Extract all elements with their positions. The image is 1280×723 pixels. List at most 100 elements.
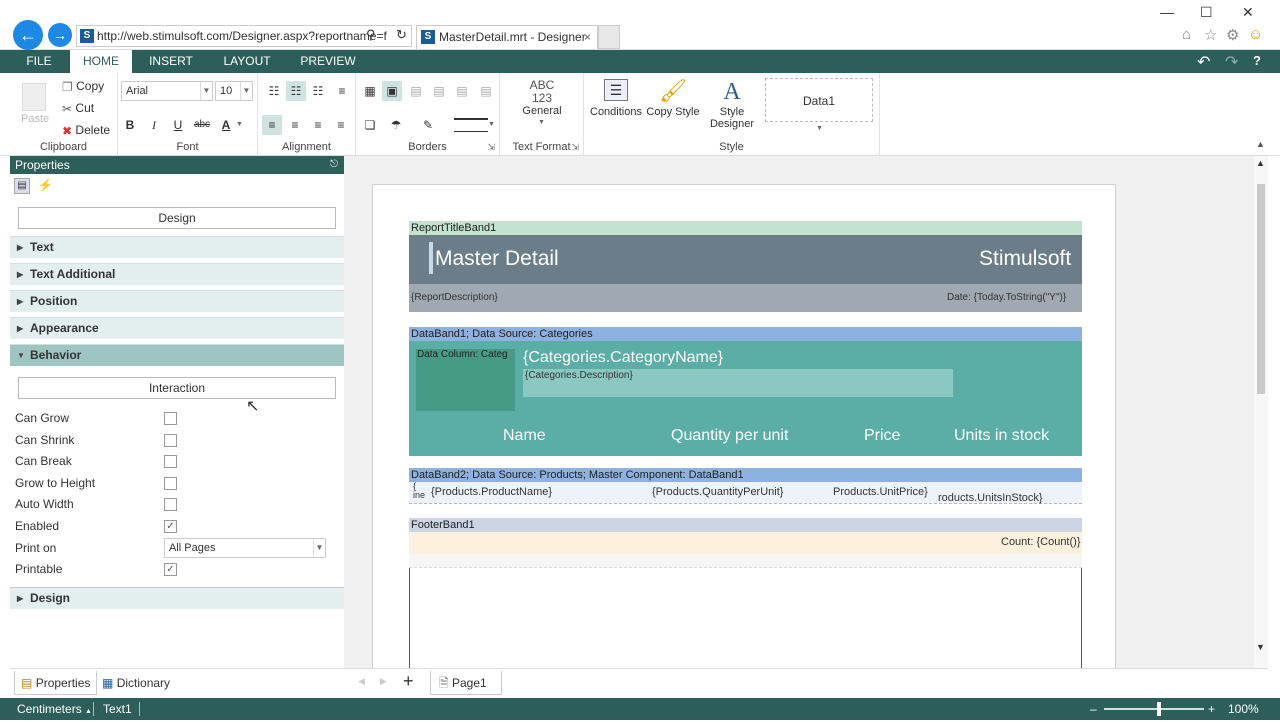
report-description-text[interactable]: {ReportDescription} <box>411 292 498 303</box>
paste-button[interactable]: Paste <box>21 113 49 125</box>
tab-page1[interactable]: 🗎 Page1 <box>430 671 502 695</box>
undo-icon[interactable]: ↶ <box>1197 52 1210 72</box>
back-button[interactable]: ← <box>13 20 43 50</box>
brand-text[interactable]: Stimulsoft <box>979 247 1071 271</box>
category-behavior[interactable]: ▼ Behavior <box>10 344 344 366</box>
font-size-select[interactable]: 10 ▼ <box>215 81 253 101</box>
category-design[interactable]: ▶ Design <box>10 587 344 609</box>
print-on-select[interactable]: All Pages ▼ <box>164 538 326 558</box>
data-column-text[interactable]: Data Column: Categ <box>417 349 508 360</box>
category-position[interactable]: ▶ Position <box>10 290 344 312</box>
printable-checkbox[interactable]: ✓ <box>164 563 177 576</box>
home-icon[interactable]: ⌂ <box>1182 26 1191 43</box>
zoom-slider-thumb[interactable] <box>1157 702 1161 716</box>
style-gallery[interactable]: Data1 <box>765 78 873 122</box>
menu-layout[interactable]: LAYOUT <box>214 50 280 73</box>
border-color-icon[interactable]: ✎ <box>418 115 438 135</box>
units-select[interactable]: Centimeters ▲ <box>17 698 92 723</box>
minimize-icon[interactable]: — <box>1160 4 1174 20</box>
grow-to-height-checkbox[interactable] <box>164 477 177 490</box>
bold-button[interactable]: B <box>120 115 140 135</box>
report-page[interactable]: ReportTitleBand1 Master Detail Stimulsof… <box>372 184 1116 668</box>
scrollbar-thumb[interactable] <box>1257 184 1265 394</box>
font-family-select[interactable]: Arial ▼ <box>121 81 213 101</box>
auto-width-checkbox[interactable] <box>164 498 177 511</box>
detail-prefix-text[interactable]: { ine <box>413 482 427 500</box>
footer-band-label[interactable]: FooterBand1 <box>409 518 1082 532</box>
all-borders-icon[interactable]: ▦ <box>360 81 380 101</box>
italic-button[interactable]: I <box>144 115 164 135</box>
vertical-scrollbar[interactable]: ▲ ▼ <box>1254 156 1268 668</box>
chevron-down-icon[interactable]: ▼ <box>488 121 495 128</box>
strikethrough-button[interactable]: abc <box>192 115 212 135</box>
chevron-down-icon[interactable]: ▼ <box>236 121 243 128</box>
delete-button[interactable]: ✖ Delete <box>62 123 110 138</box>
product-name-field[interactable]: {Products.ProductName} <box>431 486 552 498</box>
browser-tab[interactable]: S MasterDetail.mrt - Designer × <box>416 25 598 49</box>
zoom-slider-track[interactable] <box>1104 708 1204 710</box>
border-style-icon[interactable] <box>454 118 488 132</box>
copy-style-button[interactable]: 🖌 Copy Style <box>646 79 700 119</box>
tab-dictionary[interactable]: ▦ Dictionary <box>96 671 176 695</box>
forward-button[interactable]: → <box>48 23 72 47</box>
align-right-icon[interactable]: ≡ <box>308 115 328 135</box>
report-date-text[interactable]: Date: {Today.ToString("Y")} <box>947 292 1066 303</box>
cut-button[interactable]: ✂ Cut <box>62 101 94 116</box>
justify-icon[interactable]: ≡ <box>331 115 351 135</box>
design-canvas[interactable]: ReportTitleBand1 Master Detail Stimulsof… <box>344 156 1254 668</box>
add-page-icon[interactable]: + <box>403 671 414 692</box>
header-quantity[interactable]: Quantity per unit <box>671 427 788 445</box>
align-middle-icon[interactable]: ☷ <box>286 81 306 101</box>
menu-preview[interactable]: PREVIEW <box>294 50 362 73</box>
fill-color-icon[interactable]: ☂ <box>386 115 406 135</box>
category-desc-text[interactable]: {Categories.Description} <box>525 370 633 381</box>
databand2-label[interactable]: DataBand2; Data Source: Products; Master… <box>409 468 1082 482</box>
maximize-icon[interactable]: ☐ <box>1200 4 1213 21</box>
quantity-field[interactable]: {Products.QuantityPerUnit} <box>652 486 783 498</box>
search-icon[interactable]: ⚲ <box>366 27 376 43</box>
text-format-launcher-icon[interactable]: ⇲ <box>571 142 579 153</box>
pin-icon[interactable]: ⎋ <box>330 156 338 174</box>
can-shrink-checkbox[interactable] <box>164 434 177 447</box>
font-color-button[interactable]: A <box>216 115 236 135</box>
zoom-in-icon[interactable]: + <box>1208 698 1215 720</box>
copy-button[interactable]: ❐ Copy <box>62 79 104 94</box>
new-tab-button[interactable] <box>598 25 620 49</box>
top-border-icon[interactable]: ▤ <box>429 81 449 101</box>
category-text[interactable]: ▶ Text <box>10 236 344 258</box>
design-button[interactable]: Design <box>18 207 336 229</box>
interaction-button[interactable]: Interaction <box>18 377 336 399</box>
category-name-text[interactable]: {Categories.CategoryName} <box>523 349 723 367</box>
chevron-down-icon[interactable]: ▼ <box>538 119 545 126</box>
count-text[interactable]: Count: {Count()} <box>1001 536 1081 548</box>
favorites-star-icon[interactable]: ☆ <box>1204 26 1217 44</box>
chevron-down-icon[interactable]: ▼ <box>816 125 823 132</box>
address-bar[interactable]: S http://web.stimulsoft.com/Designer.asp… <box>76 25 412 47</box>
prev-page-icon[interactable]: ◀ <box>358 676 365 687</box>
bottom-border-icon[interactable]: ▤ <box>476 81 496 101</box>
header-units[interactable]: Units in stock <box>954 427 1049 445</box>
can-break-checkbox[interactable] <box>164 455 177 468</box>
settings-gear-icon[interactable]: ⚙ <box>1226 26 1239 44</box>
conditions-button[interactable]: ☰ Conditions <box>588 79 644 118</box>
left-border-icon[interactable]: ▤ <box>406 81 426 101</box>
tab-properties[interactable]: ▤ Properties <box>14 671 98 695</box>
price-field[interactable]: Products.UnitPrice} <box>833 486 928 498</box>
category-appearance[interactable]: ▶ Appearance <box>10 317 344 339</box>
align-bottom-icon[interactable]: ☷ <box>308 81 328 101</box>
scroll-up-icon[interactable]: ▲ <box>1256 158 1265 168</box>
properties-view-icon[interactable]: ▤ <box>14 178 30 194</box>
header-price[interactable]: Price <box>864 427 900 445</box>
align-top-icon[interactable]: ☷ <box>264 81 284 101</box>
databand1-label[interactable]: DataBand1; Data Source: Categories <box>409 327 1082 341</box>
feedback-smiley-icon[interactable]: ☺ <box>1248 26 1263 43</box>
units-field[interactable]: roducts.UnitsInStock} <box>938 492 1043 504</box>
category-text-additional[interactable]: ▶ Text Additional <box>10 263 344 285</box>
align-center-icon[interactable]: ≡ <box>285 115 305 135</box>
shadow-icon[interactable]: ❏ <box>360 115 380 135</box>
can-grow-checkbox[interactable] <box>164 412 177 425</box>
scroll-down-icon[interactable]: ▼ <box>1256 642 1265 652</box>
report-title-text[interactable]: Master Detail <box>435 247 559 271</box>
header-name[interactable]: Name <box>503 427 546 445</box>
word-wrap-icon[interactable]: ≡ <box>332 81 352 101</box>
